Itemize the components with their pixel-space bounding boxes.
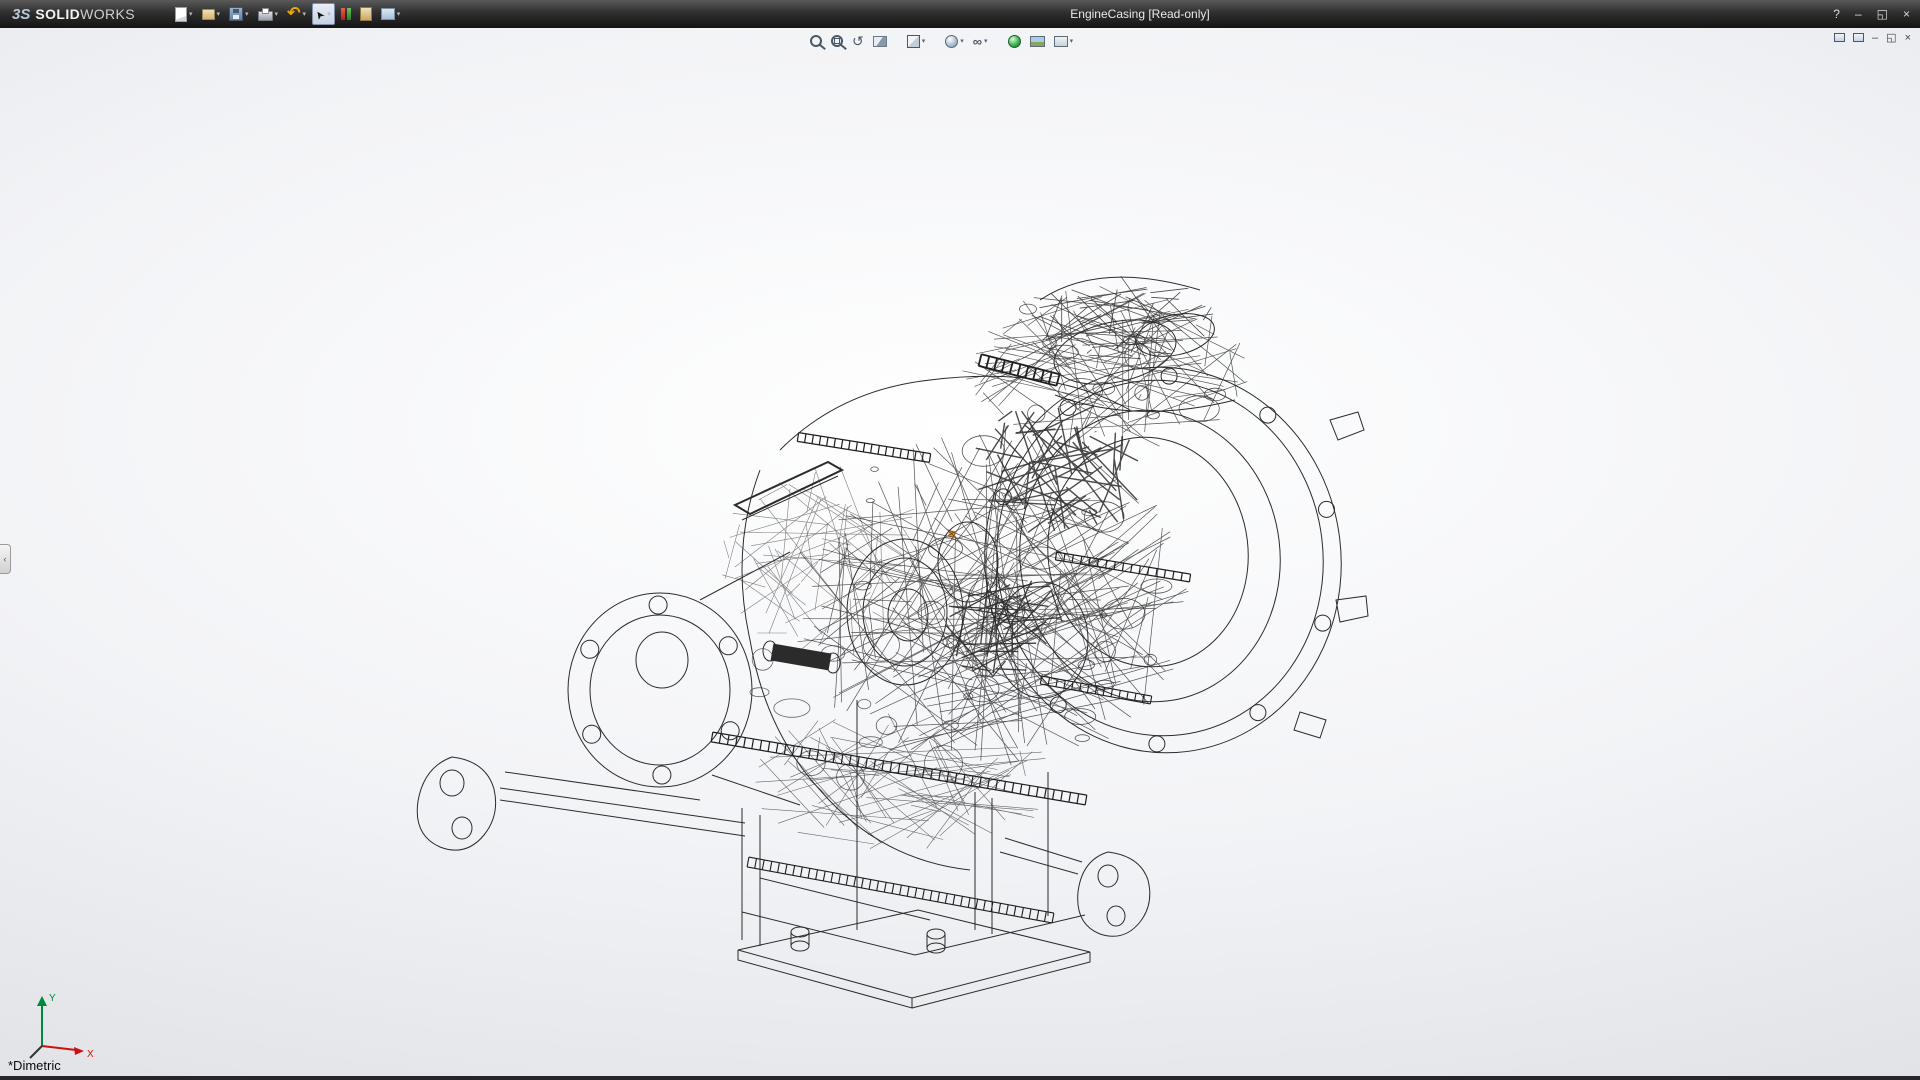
- chevron-down-icon[interactable]: ▾: [275, 10, 279, 18]
- doc-minimize-button[interactable]: ‒: [1872, 32, 1878, 44]
- solidworks-logo: 3S SOLIDWORKS: [0, 0, 147, 28]
- y-axis-label: Y: [49, 993, 56, 1004]
- printer-icon: [258, 11, 273, 21]
- orientation-triad: Y X: [14, 984, 104, 1064]
- print-button[interactable]: ▾: [255, 3, 282, 25]
- doc-restore-button[interactable]: ◱: [1886, 31, 1896, 44]
- main-toolbar: ▾ ▾ ▾ ▾ ↶ ▾ ➤ ▾: [172, 0, 406, 28]
- chevron-down-icon[interactable]: ▾: [1070, 37, 1074, 45]
- edit-appearance-icon: [1008, 35, 1021, 48]
- options-button[interactable]: ▾: [378, 3, 404, 25]
- view-settings-button[interactable]: ▾: [1052, 31, 1076, 51]
- view-settings-icon: [1054, 36, 1068, 47]
- window-buttons: ? ‒ ◱ ×: [1833, 0, 1910, 28]
- zoom-to-fit-icon: [810, 35, 822, 47]
- hide-show-items-button[interactable]: ∞ ▾: [971, 31, 990, 51]
- selection-filter-icon: [341, 8, 351, 20]
- previous-view-icon: ↺: [852, 34, 864, 48]
- section-view-button[interactable]: [871, 31, 889, 51]
- doc-close-button[interactable]: ×: [1905, 32, 1911, 44]
- hide-show-items-icon: ∞: [973, 35, 982, 48]
- view-orientation-cube-icon: [907, 35, 920, 48]
- solidworks-window: 3S SOLIDWORKS ▾ ▾ ▾ ▾ ↶ ▾: [0, 0, 1920, 1080]
- select-button[interactable]: ➤ ▾: [312, 3, 335, 25]
- help-button[interactable]: ?: [1833, 7, 1840, 21]
- previous-view-button[interactable]: ↺: [850, 31, 866, 51]
- display-style-icon: [945, 35, 958, 48]
- titlebar: 3S SOLIDWORKS ▾ ▾ ▾ ▾ ↶ ▾: [0, 0, 1920, 28]
- display-style-button[interactable]: ▾: [943, 31, 966, 51]
- open-button[interactable]: ▾: [199, 3, 224, 25]
- statusbar-edge: [0, 1076, 1920, 1080]
- selection-filter-button[interactable]: [338, 3, 354, 25]
- chevron-down-icon[interactable]: ▾: [984, 37, 988, 45]
- new-document-button[interactable]: ▾: [172, 3, 196, 25]
- edit-appearance-button[interactable]: [1006, 31, 1023, 51]
- view-orientation-label: *Dimetric: [8, 1058, 61, 1073]
- zoom-to-area-button[interactable]: [829, 31, 845, 51]
- apply-scene-button[interactable]: [1028, 31, 1047, 51]
- chevron-down-icon[interactable]: ▾: [302, 10, 306, 18]
- open-folder-icon: [202, 9, 215, 20]
- minimize-button[interactable]: ‒: [1855, 7, 1862, 21]
- chevron-down-icon[interactable]: ▾: [327, 10, 331, 18]
- panel-flyout-handle[interactable]: ‹: [0, 544, 11, 574]
- arrange-windows-icon[interactable]: [1834, 33, 1845, 42]
- apply-scene-icon: [1030, 36, 1045, 47]
- save-icon: [229, 7, 243, 21]
- select-cursor-icon: ➤: [313, 7, 327, 21]
- zoom-to-fit-button[interactable]: [808, 31, 824, 51]
- new-window-icon[interactable]: [1853, 33, 1864, 42]
- restore-button[interactable]: ◱: [1877, 7, 1888, 21]
- section-view-icon: [873, 36, 887, 47]
- undo-icon: ↶: [287, 6, 300, 22]
- graphics-area[interactable]: [0, 28, 1920, 1076]
- chevron-down-icon[interactable]: ▾: [245, 10, 249, 18]
- undo-button[interactable]: ↶ ▾: [284, 3, 309, 25]
- x-axis-label: X: [87, 1049, 94, 1060]
- x-axis-arrowhead: [74, 1047, 84, 1055]
- zoom-to-area-icon: [831, 35, 843, 47]
- brand-text: SOLIDWORKS: [35, 6, 135, 22]
- y-axis-arrowhead: [37, 996, 47, 1006]
- flyout-arrow-icon: ‹: [4, 554, 7, 564]
- 3ds-logo-icon: 3S: [12, 6, 30, 23]
- document-window-controls: ‒ ◱ ×: [1834, 31, 1911, 44]
- options-icon: [381, 8, 395, 20]
- view-orientation-button[interactable]: ▾: [905, 31, 928, 51]
- chevron-down-icon[interactable]: ▾: [217, 10, 221, 18]
- chevron-down-icon[interactable]: ▾: [397, 10, 401, 18]
- chevron-down-icon[interactable]: ▾: [960, 37, 964, 45]
- file-properties-icon: [360, 7, 372, 21]
- new-document-icon: [175, 7, 187, 22]
- file-properties-button[interactable]: [357, 3, 375, 25]
- save-button[interactable]: ▾: [226, 3, 252, 25]
- heads-up-view-toolbar: ↺ ▾ ▾ ∞ ▾ ▾: [808, 31, 1075, 51]
- chevron-down-icon[interactable]: ▾: [922, 37, 926, 45]
- chevron-down-icon[interactable]: ▾: [189, 10, 193, 18]
- close-button[interactable]: ×: [1903, 7, 1910, 21]
